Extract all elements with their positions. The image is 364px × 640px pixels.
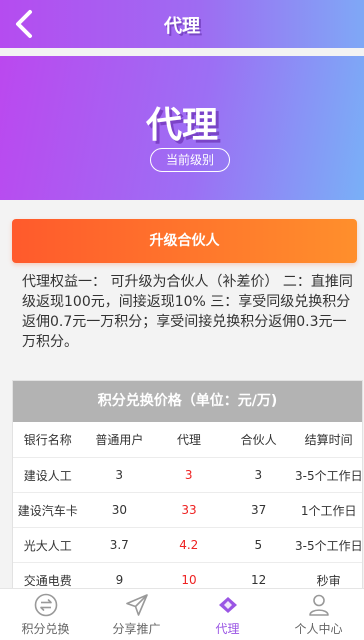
settlement-time-cell: 秒审: [316, 573, 341, 588]
column-header: 普通用户: [95, 433, 144, 447]
column-header: 银行名称: [23, 433, 72, 447]
agent-price-cell: 4.2: [179, 538, 199, 552]
price-table[interactable]: 积分兑换价格（单位：元/万) 银行名称 普通用户 代理 合伙人 结算时间 建设人…: [12, 380, 363, 590]
benefits-description: 代理权益一： 可升级为合伙人（补差价） 二：直推同级返现100元，间接返现10%…: [22, 274, 353, 350]
settlement-time-cell: 3-5个工作日: [295, 468, 363, 483]
level-title: 代理: [145, 105, 218, 146]
level-banner: 代理: [0, 56, 364, 200]
agent-price-cell: 33: [181, 503, 197, 517]
tab-points-exchange[interactable]: 积分兑换: [0, 589, 91, 640]
regular-user-price-cell: 9: [115, 573, 124, 587]
column-header: 结算时间: [304, 433, 353, 447]
paper-plane-icon: [125, 594, 148, 616]
bank-name-cell: 建设汽车卡: [17, 503, 78, 518]
upgrade-partner-button[interactable]: 升级合伙人: [12, 219, 357, 263]
partner-price-cell: 3: [254, 468, 263, 482]
diamond-icon: [218, 597, 237, 613]
settlement-time-cell: 3-5个工作日: [295, 538, 363, 553]
exchange-icon: [34, 593, 57, 617]
bank-name-cell: 光大人工: [23, 538, 72, 553]
current-level-badge: 当前级别: [150, 148, 230, 172]
partner-price-cell: 12: [250, 573, 267, 587]
tab-label: 积分兑换: [21, 622, 70, 636]
partner-price-cell: 37: [250, 503, 267, 517]
price-table-header-row: 银行名称 普通用户 代理 合伙人 结算时间: [13, 422, 362, 458]
column-header: 代理: [176, 433, 201, 447]
tab-share-promote[interactable]: 分享推广: [91, 589, 182, 640]
table-row: 建设汽车卡 30 33 37 1个工作日: [13, 493, 362, 528]
settlement-time-cell: 1个工作日: [300, 503, 357, 518]
table-row: 建设人工 3 3 3 3-5个工作日: [13, 458, 362, 493]
page-title: 代理: [164, 16, 200, 37]
regular-user-price-cell: 30: [111, 503, 128, 517]
partner-price-cell: 5: [254, 538, 263, 552]
top-bar: 代理: [0, 0, 364, 48]
column-header: 合伙人: [240, 433, 277, 447]
bank-name-cell: 建设人工: [23, 468, 72, 483]
regular-user-price-cell: 3.7: [109, 538, 129, 552]
tab-label: 分享推广: [112, 622, 161, 636]
tab-agent[interactable]: 代理: [182, 589, 273, 640]
regular-user-price-cell: 3: [115, 468, 124, 482]
agent-price-cell: 3: [184, 468, 193, 482]
table-row: 光大人工 3.7 4.2 5 3-5个工作日: [13, 528, 362, 563]
agent-price-cell: 10: [181, 573, 197, 587]
tab-label: 代理: [215, 622, 240, 636]
table-row: 交通电费 9 10 12 秒审: [13, 563, 362, 589]
bank-name-cell: 交通电费: [23, 573, 72, 588]
tab-personal-center[interactable]: 个人中心: [273, 589, 364, 640]
price-table-title: 积分兑换价格（单位：元/万): [13, 381, 362, 422]
user-icon: [308, 594, 329, 616]
tab-label: 个人中心: [294, 622, 343, 636]
bottom-tab-bar: 积分兑换 分享推广 代理 个人中心: [0, 588, 364, 640]
